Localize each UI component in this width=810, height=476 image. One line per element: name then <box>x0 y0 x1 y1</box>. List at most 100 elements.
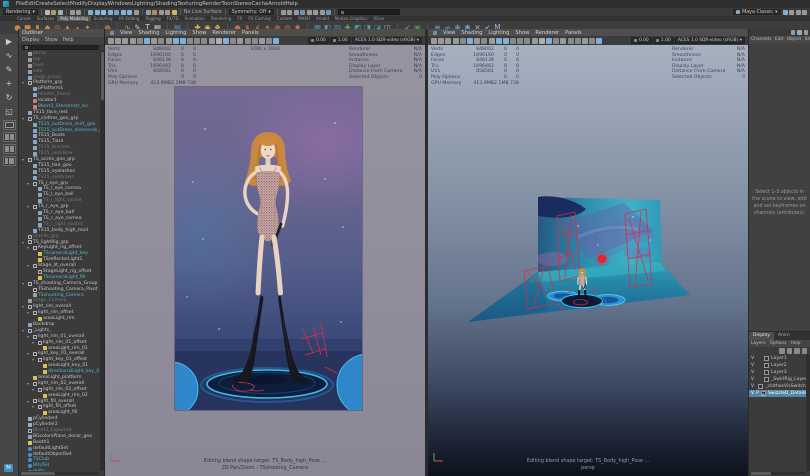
safe-action-icon[interactable] <box>517 37 524 44</box>
panel-menu-item[interactable]: Lighting <box>165 30 186 36</box>
xray-joints-icon[interactable] <box>574 37 581 44</box>
layer-row[interactable]: V Layer1 <box>749 355 810 362</box>
texturing[interactable]: Texturing <box>177 1 202 7</box>
paint-select-tool[interactable]: ✎ <box>3 64 16 76</box>
snap-grid-icon[interactable] <box>88 9 94 15</box>
safe-title-icon[interactable] <box>524 37 531 44</box>
image-plane-icon[interactable] <box>136 37 143 44</box>
2d-pan-zoom-icon[interactable] <box>466 37 473 44</box>
xray-icon[interactable] <box>244 37 251 44</box>
move-layer-down-icon[interactable] <box>786 348 792 354</box>
toon[interactable]: Toon <box>221 1 233 7</box>
bookmarks-icon[interactable] <box>129 37 136 44</box>
film-gate-icon[interactable] <box>488 37 495 44</box>
gamma-field[interactable]: 1.00 <box>329 37 351 44</box>
layer-visibility-toggle[interactable]: V <box>751 370 756 375</box>
outliner-vertical-scrollbar[interactable] <box>100 51 104 471</box>
outliner-menu-item[interactable]: Help <box>63 37 74 44</box>
panel-menu-item[interactable]: Renderer <box>212 30 236 36</box>
exposure-field[interactable]: 0.00 <box>307 37 329 44</box>
select-camera-icon[interactable] <box>108 37 114 44</box>
layer-row[interactable]: V _SwirlRig_Layer <box>749 376 810 383</box>
display[interactable]: Display <box>88 1 108 7</box>
shaded-icon[interactable] <box>538 37 545 44</box>
layer-playback-toggle[interactable]: P <box>756 391 759 396</box>
layout-outliner-persp-button[interactable] <box>2 156 16 166</box>
lock-camera-icon[interactable] <box>438 37 445 44</box>
paint-effects-icon[interactable] <box>280 9 286 15</box>
image-plane-icon[interactable] <box>459 37 466 44</box>
layer-type-box[interactable] <box>764 356 769 361</box>
layer-editor-tab[interactable]: Anim <box>774 332 794 340</box>
layer-visibility-toggle[interactable]: V <box>751 363 756 368</box>
hair-icon[interactable] <box>306 9 312 15</box>
viewport-canvas[interactable]: 1080 x 1920 Verts 848002 0 0 Edges 1696160 0 0 F… <box>105 45 425 476</box>
grid-toggle-icon[interactable] <box>481 37 488 44</box>
menu-set-selector[interactable]: Rendering ▾ <box>3 9 38 15</box>
panel-menu-item[interactable]: Renderer <box>535 30 559 36</box>
shaded-icon[interactable] <box>215 37 222 44</box>
channel-box-menu-item[interactable]: Object <box>787 36 801 43</box>
xray-joints-icon[interactable] <box>251 37 258 44</box>
panel-menu-item[interactable]: Show <box>192 30 206 36</box>
resolution-gate-icon[interactable] <box>172 37 179 44</box>
new-layer-from-selected-icon[interactable] <box>801 348 807 354</box>
modeling-toolkit-icon[interactable] <box>782 9 788 15</box>
render[interactable]: Render <box>202 1 221 7</box>
grease-pencil-icon[interactable] <box>474 37 481 44</box>
panel-menu-item[interactable]: Show <box>515 30 529 36</box>
bifrost-icon[interactable] <box>326 9 332 15</box>
panel-menu-item[interactable]: View <box>120 30 132 36</box>
cache[interactable]: Cache <box>251 1 268 7</box>
viewport-canvas[interactable]: Verts 848002 0 0 Edges 1696160 0 0 Faces 848138 0 0… <box>428 45 748 476</box>
wireframe-on-shaded-icon[interactable] <box>237 37 244 44</box>
layer-editor-tab[interactable]: Display <box>749 332 774 340</box>
panel-menu-item[interactable]: Lighting <box>488 30 509 36</box>
layer-type-box[interactable]: R <box>760 391 766 397</box>
outliner-horizontal-scrollbar[interactable] <box>20 471 99 475</box>
grease-pencil-icon[interactable] <box>151 37 158 44</box>
wireframe-icon[interactable] <box>208 37 215 44</box>
show-attribute-editor-icon[interactable] <box>789 9 794 15</box>
gamma-field[interactable]: 1.00 <box>652 37 674 44</box>
snap-view-plane-icon[interactable] <box>114 9 120 15</box>
panel-menu-item[interactable]: Panels <box>242 30 259 36</box>
open-scene-icon[interactable] <box>51 9 57 15</box>
lasso-tool[interactable]: ∿ <box>3 50 16 62</box>
gate-mask-icon[interactable] <box>502 37 509 44</box>
move-tool[interactable]: + <box>3 78 16 90</box>
outliner-search-input[interactable] <box>22 45 99 50</box>
channel-box-menu-item[interactable]: Edit <box>775 36 784 43</box>
layer-visibility-toggle[interactable]: V <box>751 384 754 389</box>
isolate-select-icon[interactable] <box>258 37 265 44</box>
open-render-view-icon[interactable] <box>145 9 151 15</box>
textured-icon[interactable] <box>546 37 552 44</box>
scale-tool[interactable]: ◱ <box>3 106 16 118</box>
layout-single-pane-button[interactable] <box>2 120 16 130</box>
safe-title-icon[interactable] <box>201 37 208 44</box>
channel-box-menu-item[interactable]: Show <box>805 36 810 43</box>
show-attribute-editor-icon[interactable] <box>797 30 802 35</box>
layer-horizontal-scrollbar[interactable] <box>750 471 805 475</box>
lock-camera-icon[interactable] <box>115 37 122 44</box>
panel-focus-icon[interactable] <box>433 30 437 35</box>
symmetry-selector[interactable]: Symmetry: Off ▾ <box>228 9 274 15</box>
select-camera-icon[interactable] <box>431 37 437 44</box>
layer-editor-menu-item[interactable]: Help <box>790 340 800 347</box>
camera-attributes-icon[interactable] <box>122 37 129 44</box>
layer-visibility-toggle[interactable]: V <box>751 356 756 361</box>
xray-icon[interactable] <box>567 37 574 44</box>
search-input[interactable] <box>338 9 401 15</box>
modify[interactable]: Modify <box>70 1 88 7</box>
exposure-field[interactable]: 0.00 <box>630 37 652 44</box>
layer-type-box[interactable] <box>764 370 769 375</box>
undo-icon[interactable] <box>69 9 75 15</box>
light-editor-icon[interactable] <box>171 9 177 15</box>
bookmarks-icon[interactable] <box>452 37 459 44</box>
snap-curve-icon[interactable] <box>94 9 100 15</box>
2d-pan-zoom-icon[interactable] <box>143 37 150 44</box>
layer-row[interactable]: V Layer3 <box>749 369 810 376</box>
panel-focus-icon[interactable] <box>110 30 114 35</box>
select-tool[interactable]: ▶ <box>3 36 16 48</box>
move-layer-up-icon[interactable] <box>779 348 785 354</box>
